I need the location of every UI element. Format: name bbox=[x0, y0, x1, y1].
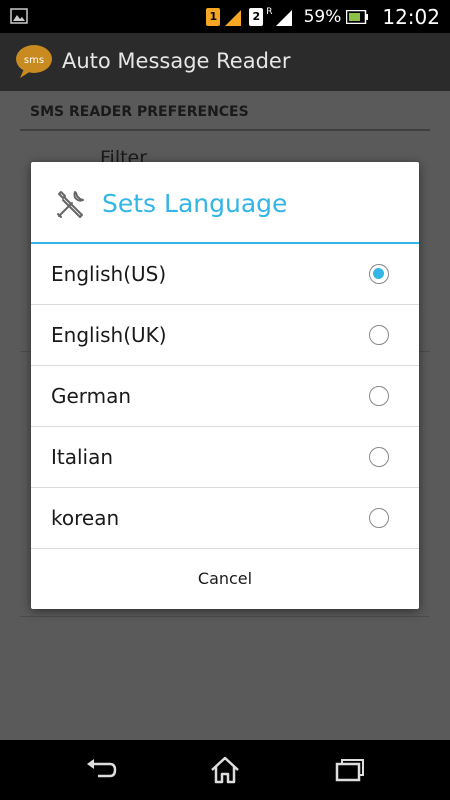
radio-button[interactable] bbox=[369, 325, 389, 345]
home-icon[interactable] bbox=[208, 755, 242, 785]
sim2-badge: 2 bbox=[249, 7, 264, 26]
image-notification-icon bbox=[10, 8, 28, 24]
radio-button[interactable] bbox=[369, 386, 389, 406]
clock: 12:02 bbox=[382, 4, 440, 29]
roaming-indicator: R bbox=[266, 6, 273, 17]
app-title: Auto Message Reader bbox=[62, 49, 291, 73]
radio-button[interactable] bbox=[369, 508, 389, 528]
language-dialog: Sets Language English(US) English(UK) Ge… bbox=[31, 162, 419, 609]
language-options: English(US) English(UK) German Italian k… bbox=[31, 244, 419, 549]
option-label: English(US) bbox=[51, 262, 167, 286]
radio-button-checked[interactable] bbox=[369, 264, 389, 284]
signal-icon bbox=[225, 9, 242, 26]
language-option[interactable]: Italian bbox=[31, 427, 419, 488]
language-option[interactable]: English(UK) bbox=[31, 305, 419, 366]
battery-percent: 59% bbox=[303, 6, 342, 27]
tools-icon bbox=[57, 191, 84, 218]
sms-icon-text: sms bbox=[24, 55, 44, 66]
sim1-badge: 1 bbox=[206, 7, 221, 26]
dialog-title-bar: Sets Language bbox=[31, 162, 419, 244]
battery-icon bbox=[346, 9, 369, 24]
recent-apps-icon[interactable] bbox=[333, 755, 367, 785]
language-option[interactable]: English(US) bbox=[31, 244, 419, 305]
sms-app-icon[interactable]: sms bbox=[14, 42, 54, 82]
language-option[interactable]: korean bbox=[31, 488, 419, 549]
radio-button[interactable] bbox=[369, 447, 389, 467]
back-icon[interactable] bbox=[84, 755, 118, 785]
cancel-button[interactable]: Cancel bbox=[31, 549, 419, 609]
status-bar: 1 2 R 59% 12:02 bbox=[0, 0, 450, 33]
navigation-bar bbox=[0, 740, 450, 800]
option-label: Italian bbox=[51, 445, 114, 469]
option-label: German bbox=[51, 384, 132, 408]
signal-icon bbox=[275, 9, 292, 26]
language-option[interactable]: German bbox=[31, 366, 419, 427]
option-label: English(UK) bbox=[51, 323, 167, 347]
action-bar: sms Auto Message Reader bbox=[0, 33, 450, 91]
header-divider bbox=[20, 129, 430, 131]
divider bbox=[20, 616, 430, 617]
dialog-title: Sets Language bbox=[102, 189, 288, 218]
preferences-header: SMS READER PREFERENCES bbox=[30, 104, 249, 120]
option-label: korean bbox=[51, 506, 120, 530]
